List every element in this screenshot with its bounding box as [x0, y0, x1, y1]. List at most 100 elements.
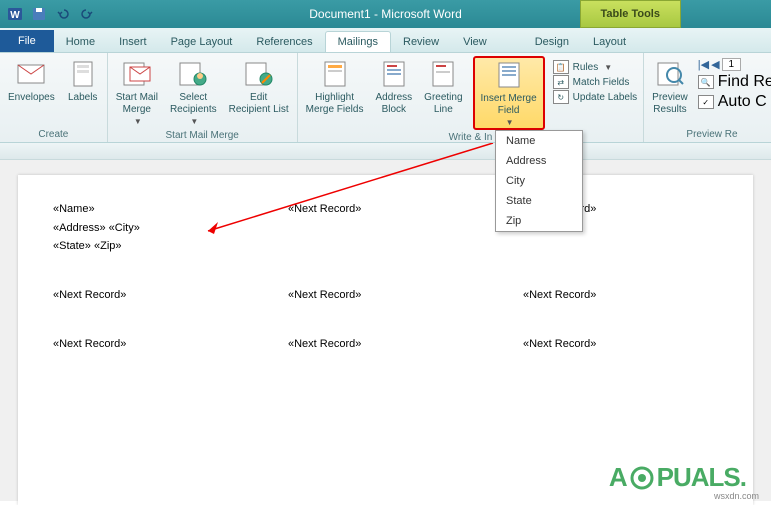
tab-layout[interactable]: Layout — [581, 32, 638, 52]
ribbon-tabs: File Home Insert Page Layout References … — [0, 28, 771, 53]
group-create: Envelopes Labels Create — [0, 53, 108, 142]
quick-access-toolbar: W — [4, 4, 98, 24]
envelope-icon — [15, 58, 47, 90]
envelopes-button[interactable]: Envelopes — [6, 56, 57, 106]
chevron-down-icon: ▼ — [604, 63, 612, 72]
undo-icon[interactable] — [52, 4, 74, 24]
label-cell[interactable]: «Next Record» — [288, 335, 483, 354]
highlight-fields-label: Highlight Merge Fields — [306, 92, 364, 115]
insert-merge-field-dropdown: Name Address City State Zip — [495, 130, 583, 232]
address-block-button[interactable]: Address Block — [373, 56, 414, 117]
insert-merge-field-label: Insert Merge Field — [481, 93, 537, 116]
start-mail-merge-label: Start Mail Merge — [116, 92, 158, 115]
nav-prev-icon[interactable]: ◀ — [711, 58, 719, 71]
tab-page-layout[interactable]: Page Layout — [159, 32, 245, 52]
label-cell[interactable]: «Next Record» — [288, 286, 483, 305]
record-number[interactable]: 1 — [722, 58, 742, 71]
greeting-line-button[interactable]: Greeting Line — [422, 56, 464, 117]
address-block-label: Address Block — [375, 92, 412, 115]
match-icon: ⇄ — [553, 75, 569, 89]
dropdown-item-state[interactable]: State — [496, 191, 582, 211]
label-grid: «Name» «Address» «City» «State» «Zip» «N… — [53, 200, 718, 353]
chevron-down-icon: ▼ — [134, 117, 142, 126]
word-icon[interactable]: W — [4, 4, 26, 24]
dropdown-item-zip[interactable]: Zip — [496, 211, 582, 231]
chevron-down-icon: ▼ — [506, 118, 514, 127]
redo-icon[interactable] — [76, 4, 98, 24]
watermark: A PUALS. — [609, 462, 746, 493]
group-preview: Preview Results |◀ ◀ 1 🔍Find Re ✓Auto C … — [644, 53, 771, 142]
preview-icon — [654, 58, 686, 90]
source-attribution: wsxdn.com — [714, 491, 759, 501]
highlight-icon — [319, 58, 351, 90]
update-icon: ↻ — [553, 90, 569, 104]
group-write-insert: Highlight Merge Fields Address Block Gre… — [298, 53, 645, 142]
dropdown-item-city[interactable]: City — [496, 171, 582, 191]
insert-merge-field-button[interactable]: Insert Merge Field ▼ — [473, 56, 545, 130]
context-tab-table-tools: Table Tools — [580, 0, 682, 28]
tab-review[interactable]: Review — [391, 32, 451, 52]
select-recipients-button[interactable]: Select Recipients ▼ — [168, 56, 219, 128]
label-cell[interactable]: «Next Record» — [53, 286, 248, 305]
label-cell[interactable]: «Next Record» — [523, 335, 718, 354]
labels-button[interactable]: Labels — [65, 56, 101, 106]
auto-check-label: Auto C — [718, 93, 767, 111]
save-icon[interactable] — [28, 4, 50, 24]
address-block-icon — [378, 58, 410, 90]
record-nav: |◀ ◀ 1 — [698, 58, 771, 71]
dropdown-item-name[interactable]: Name — [496, 131, 582, 151]
tab-design[interactable]: Design — [523, 32, 581, 52]
ruler[interactable] — [0, 143, 771, 160]
tab-view[interactable]: View — [451, 32, 499, 52]
group-write-label: Write & In — [304, 130, 638, 143]
tab-insert[interactable]: Insert — [107, 32, 159, 52]
tab-references[interactable]: References — [244, 32, 324, 52]
preview-results-button[interactable]: Preview Results — [650, 56, 690, 117]
auto-check-button[interactable]: ✓Auto C — [698, 93, 771, 111]
watermark-a: A — [609, 462, 627, 493]
find-recipient-button[interactable]: 🔍 Find Re — [698, 73, 771, 91]
tab-mailings[interactable]: Mailings — [325, 31, 391, 52]
highlight-fields-button[interactable]: Highlight Merge Fields — [304, 56, 366, 117]
group-start-mail-merge: Start Mail Merge ▼ Select Recipients ▼ Edi… — [108, 53, 298, 142]
start-mail-merge-button[interactable]: Start Mail Merge ▼ — [114, 56, 160, 128]
edit-recipient-list-button[interactable]: Edit Recipient List — [227, 56, 291, 117]
label-cell[interactable]: «Name» «Address» «City» «State» «Zip» — [53, 200, 248, 256]
nav-first-icon[interactable]: |◀ — [698, 58, 709, 71]
merge-field-state: «State» — [53, 240, 91, 252]
find-icon: 🔍 — [698, 75, 714, 89]
svg-text:W: W — [10, 10, 20, 21]
next-record-field: «Next Record» — [288, 289, 361, 301]
find-recipient-label: Find Re — [718, 73, 771, 91]
label-cell[interactable]: «Next Record» — [523, 286, 718, 305]
update-labels-label: Update Labels — [573, 92, 638, 103]
rules-button[interactable]: 📋Rules▼ — [553, 60, 638, 74]
page[interactable]: «Name» «Address» «City» «State» «Zip» «N… — [18, 175, 753, 505]
title-bar: W Document1 - Microsoft Word Table Tools — [0, 0, 771, 28]
recipients-icon — [177, 58, 209, 90]
next-record-field: «Next Record» — [53, 289, 126, 301]
group-create-label: Create — [6, 127, 101, 140]
merge-field-city: «City» — [109, 222, 140, 234]
match-fields-label: Match Fields — [573, 77, 630, 88]
greeting-icon — [427, 58, 459, 90]
next-record-field: «Next Record» — [288, 203, 361, 215]
chevron-down-icon: ▼ — [190, 117, 198, 126]
preview-results-label: Preview Results — [652, 92, 688, 115]
rules-icon: 📋 — [553, 60, 569, 74]
group-preview-label: Preview Re — [650, 127, 771, 140]
insert-field-icon — [493, 59, 525, 91]
update-labels-button[interactable]: ↻ Update Labels — [553, 90, 638, 104]
label-cell[interactable]: «Next Record» — [288, 200, 483, 256]
tab-file[interactable]: File — [0, 30, 54, 52]
watermark-puals: PUALS. — [657, 462, 746, 493]
envelopes-label: Envelopes — [8, 92, 55, 104]
match-fields-button[interactable]: ⇄ Match Fields — [553, 75, 638, 89]
label-cell[interactable]: «Next Record» — [53, 335, 248, 354]
tab-home[interactable]: Home — [54, 32, 107, 52]
ribbon: Envelopes Labels Create Start Mail Merge… — [0, 53, 771, 143]
dropdown-item-address[interactable]: Address — [496, 151, 582, 171]
next-record-field: «Next Record» — [523, 338, 596, 350]
select-recipients-label: Select Recipients — [170, 92, 217, 115]
merge-field-zip: «Zip» — [94, 240, 122, 252]
